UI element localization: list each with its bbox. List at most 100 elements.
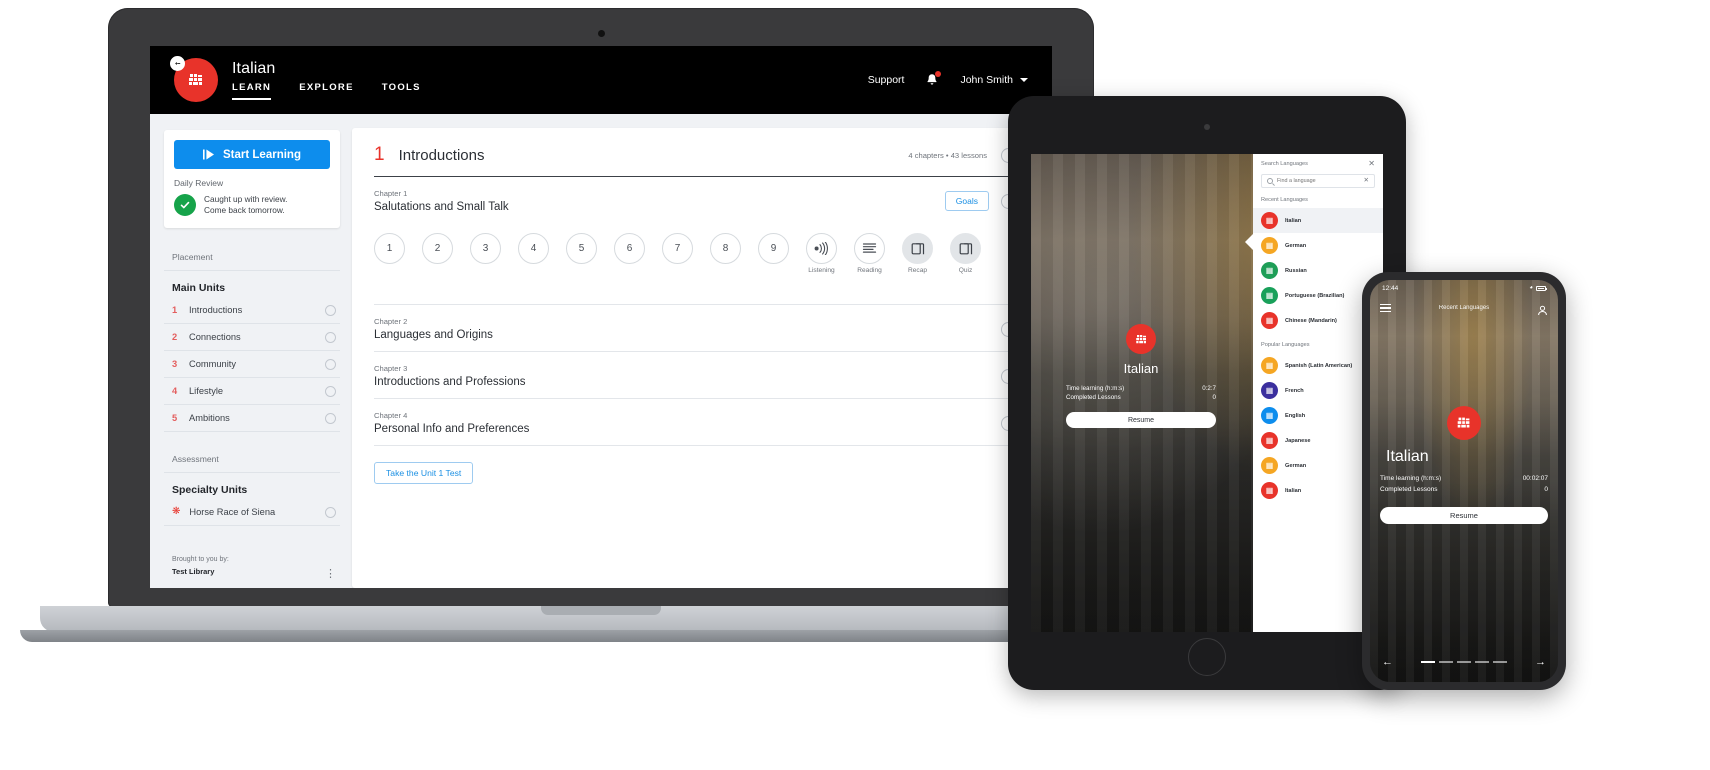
language-item-german[interactable]: ▦ German [1253, 233, 1383, 258]
pager-dot[interactable] [1475, 661, 1489, 663]
user-menu[interactable]: John Smith [960, 74, 1028, 86]
resume-button[interactable]: Resume [1380, 507, 1548, 524]
listening-icon[interactable] [806, 233, 837, 264]
lesson-cell: 3 [470, 233, 501, 274]
specialty-units-heading: Specialty Units [172, 484, 248, 497]
sidebar-item-placement[interactable]: Placement [164, 244, 340, 272]
pager-dot[interactable] [1421, 661, 1435, 663]
tablet-camera-icon [1204, 124, 1210, 130]
search-icon [1267, 178, 1273, 184]
language-name: Spanish (Latin American) [1285, 362, 1353, 369]
stat-row: Time learning (h:m:s) 0:2:7 [1066, 384, 1216, 393]
recap-icon[interactable] [902, 233, 933, 264]
unit-label: Introductions [189, 305, 243, 316]
lesson-cell: 9 [758, 233, 789, 274]
sidebar-item-horse-race-of-siena[interactable]: ❋ Horse Race of Siena [164, 499, 340, 527]
laptop-notch [541, 606, 661, 615]
activity-cell-reading: Reading [854, 233, 885, 274]
chapter-row-1[interactable]: Chapter 1 Salutations and Small Talk Goa… [374, 177, 1016, 223]
lesson-button[interactable]: 6 [614, 233, 645, 264]
reading-icon[interactable] [854, 233, 885, 264]
nav-item-explore[interactable]: EXPLORE [299, 82, 354, 100]
chapter-label: Chapter 2 [374, 317, 408, 326]
nav-item-learn[interactable]: LEARN [232, 82, 272, 100]
progress-ring-icon [325, 304, 336, 316]
language-flag-icon: ▦ [1261, 432, 1278, 449]
clear-icon[interactable]: ✕ [1364, 177, 1369, 185]
wifi-icon: ◕ [1529, 285, 1533, 291]
close-icon[interactable]: ✕ [1368, 160, 1375, 168]
lesson-cell: 4 [518, 233, 549, 274]
stat-value: 0:2:7 [1202, 385, 1216, 392]
take-unit-test-button[interactable]: Take the Unit 1 Test [374, 462, 474, 484]
phone-pager: ← → [1370, 652, 1558, 672]
language-name: Italian [1285, 487, 1302, 494]
current-language-title: Italian [232, 60, 276, 77]
kebab-menu-icon[interactable]: ⋮ [325, 569, 336, 579]
unit-number: 2 [172, 332, 178, 343]
activity-caption: Listening [808, 267, 835, 274]
arrow-right-icon[interactable]: → [1535, 656, 1546, 668]
stat-label: Completed Lessons [1066, 394, 1121, 401]
progress-ring-icon [325, 331, 336, 343]
person-icon[interactable] [1537, 303, 1548, 315]
sidebar-item-unit-2[interactable]: 2 Connections [164, 324, 340, 352]
play-icon [203, 149, 215, 160]
lesson-button[interactable]: 3 [470, 233, 501, 264]
chapter-row-4[interactable]: Chapter 4 Personal Info and Preferences [374, 399, 1016, 445]
lesson-button[interactable]: 7 [662, 233, 693, 264]
lesson-button[interactable]: 9 [758, 233, 789, 264]
unit-number: 4 [172, 386, 178, 397]
placement-label: Placement [172, 252, 213, 263]
lesson-button[interactable]: 5 [566, 233, 597, 264]
language-name: Italian [1285, 217, 1302, 224]
tablet-home-button[interactable] [1188, 638, 1226, 676]
brought-to-you-label: Brought to you by: [172, 556, 229, 563]
language-name: English [1285, 412, 1306, 419]
unit-label: Connections [189, 332, 241, 343]
sidebar-item-unit-5[interactable]: 5 Ambitions [164, 405, 340, 433]
unit-number: 5 [172, 413, 178, 424]
resume-button[interactable]: Resume [1066, 412, 1216, 428]
bell-icon[interactable] [924, 71, 942, 88]
search-input[interactable] [1277, 178, 1360, 184]
app-logo-icon [1447, 406, 1481, 440]
topbar-right: Support John Smith [868, 71, 1028, 88]
lesson-button[interactable]: 1 [374, 233, 405, 264]
support-link[interactable]: Support [868, 74, 905, 86]
sidebar-item-unit-3[interactable]: 3 Community [164, 351, 340, 379]
goals-button[interactable]: Goals [944, 191, 989, 211]
start-learning-button[interactable]: Start Learning [174, 140, 330, 169]
sidebar-item-assessment[interactable]: Assessment [164, 446, 340, 474]
phone-screen: 12:44 ◕ Recent Languages Italian Time le… [1370, 280, 1558, 682]
phone-device: 12:44 ◕ Recent Languages Italian Time le… [1362, 272, 1566, 690]
app-body: Start Learning Daily Review Caught up wi… [150, 114, 1052, 588]
sidebar-item-unit-1[interactable]: 1 Introductions [164, 297, 340, 325]
lesson-button[interactable]: 8 [710, 233, 741, 264]
language-item-italian[interactable]: ▦ Italian [1253, 208, 1383, 233]
lesson-button[interactable]: 4 [518, 233, 549, 264]
lesson-button[interactable]: 2 [422, 233, 453, 264]
chapter-row-2[interactable]: Chapter 2 Languages and Origins [374, 305, 1016, 351]
list-menu-icon[interactable] [1380, 303, 1391, 313]
specialty-label: Horse Race of Siena [189, 507, 276, 518]
sidebar-item-unit-4[interactable]: 4 Lifestyle [164, 378, 340, 406]
language-flag-icon: ▦ [1261, 212, 1278, 229]
quiz-icon[interactable] [950, 233, 981, 264]
phone-language-title: Italian [1386, 448, 1429, 465]
arrow-left-icon[interactable]: ← [1382, 656, 1393, 668]
chapter-row-3[interactable]: Chapter 3 Introductions and Professions [374, 352, 1016, 398]
pager-dot[interactable] [1439, 661, 1453, 663]
pager-dot[interactable] [1493, 661, 1507, 663]
drawer-title: Search Languages [1261, 161, 1308, 167]
tablet-language-title: Italian [1123, 361, 1159, 376]
progress-ring-icon [325, 412, 336, 424]
language-name: Portuguese (Brazilian) [1285, 292, 1345, 299]
phone-nav-bar: Recent Languages [1370, 298, 1558, 318]
daily-review-label: Daily Review [174, 178, 224, 188]
pager-dot[interactable] [1457, 661, 1471, 663]
search-field[interactable]: ✕ [1261, 174, 1375, 188]
stat-row: Completed Lessons 0 [1066, 393, 1216, 402]
logo-wrap [170, 56, 218, 102]
nav-item-tools[interactable]: TOOLS [382, 82, 421, 100]
